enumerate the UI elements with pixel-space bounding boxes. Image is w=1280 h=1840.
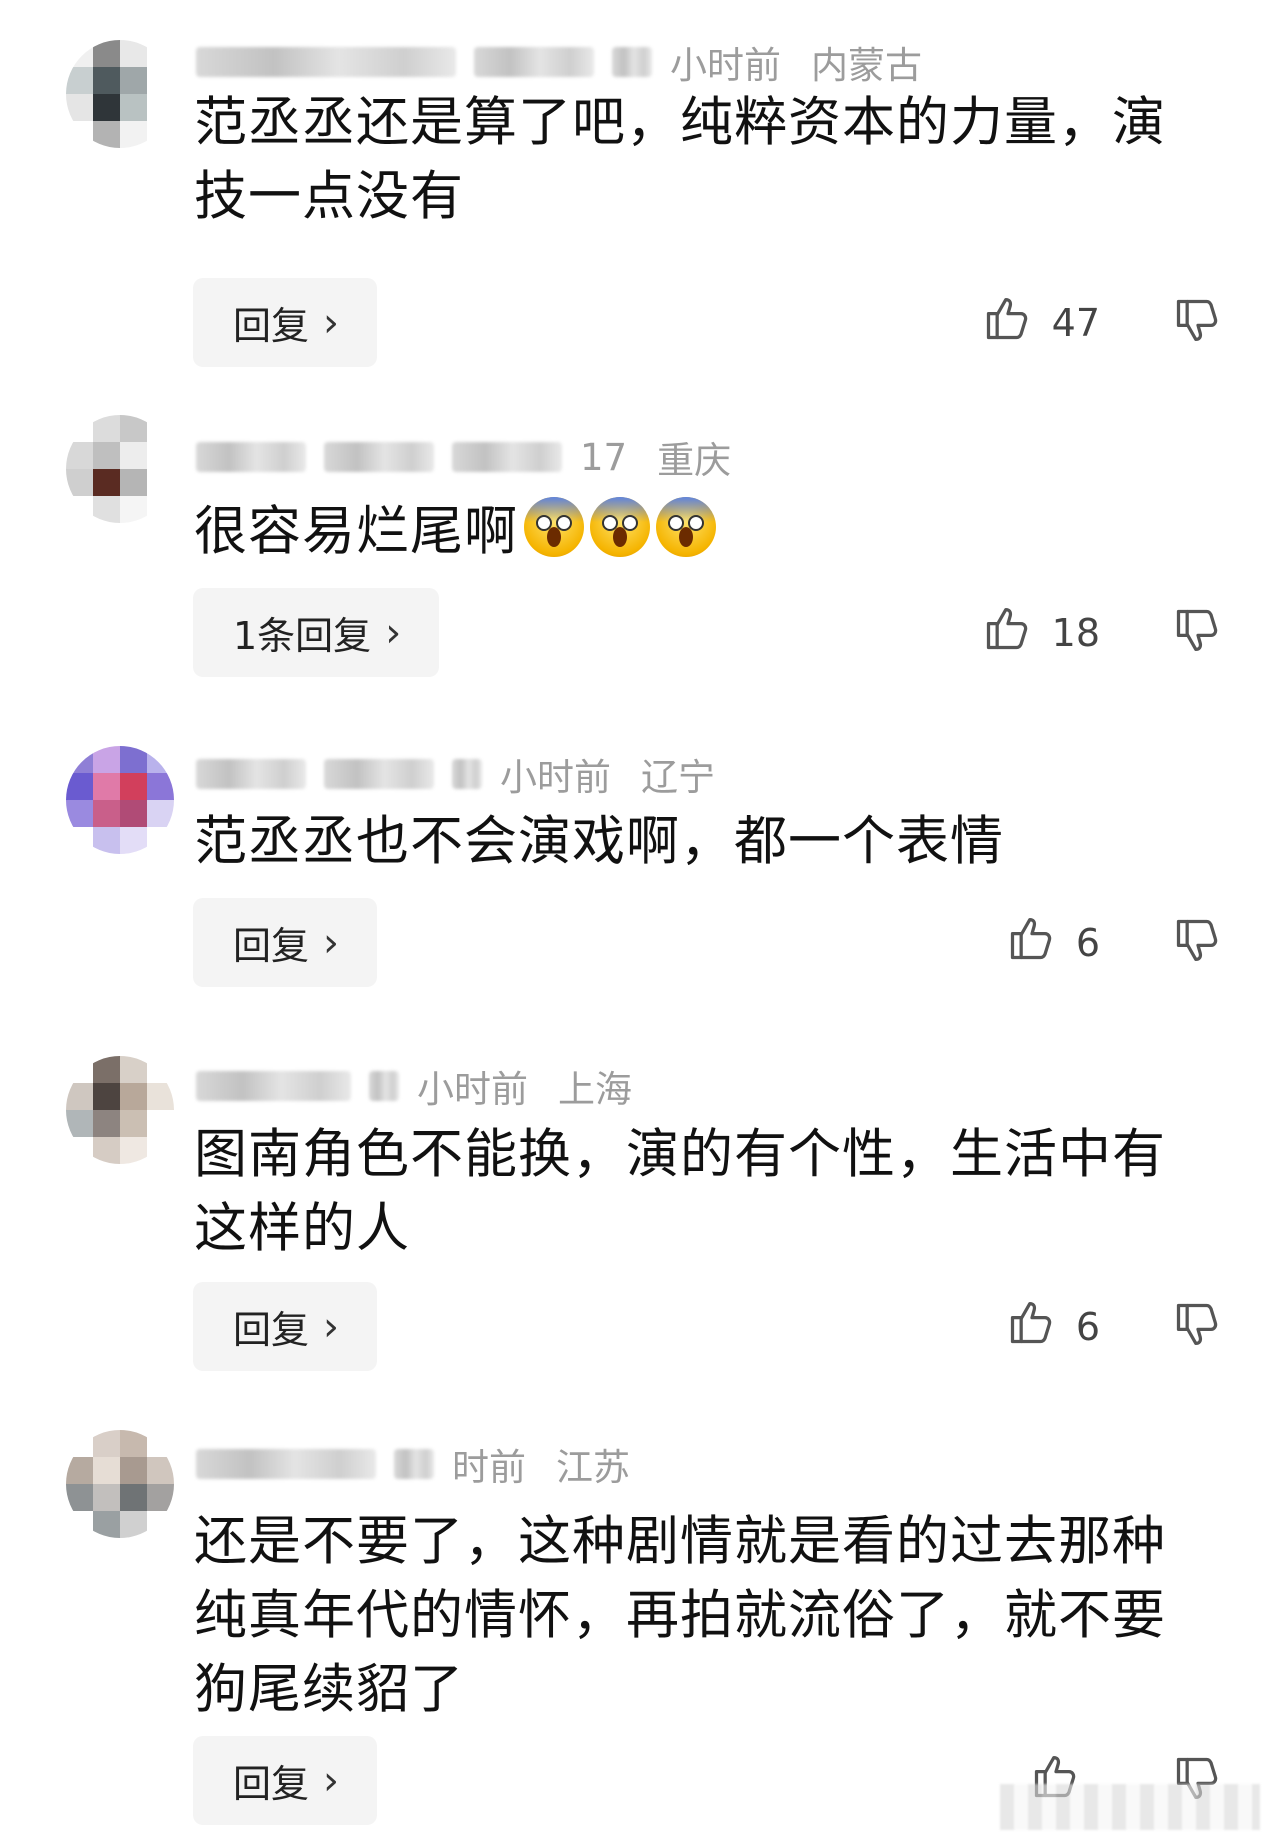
screaming-face-emoji-icon: [524, 497, 584, 557]
username-redacted[interactable]: [474, 47, 594, 77]
username-redacted[interactable]: [369, 1071, 399, 1101]
comment-text-block: 还是不要了，这种剧情就是看的过去那种纯真年代的情怀，再拍就流俗了，就不要狗尾续貂…: [194, 1505, 1194, 1727]
thumbs-up-icon: [1006, 1296, 1076, 1357]
username-redacted[interactable]: [452, 759, 482, 789]
like-count: 18: [1051, 610, 1100, 655]
chevron-right-icon: ›: [323, 1757, 340, 1804]
username-redacted[interactable]: [196, 1071, 351, 1101]
chevron-right-icon: ›: [323, 1303, 340, 1350]
username-redacted[interactable]: [612, 47, 652, 77]
username-redacted[interactable]: [324, 759, 434, 789]
like-count: 47: [1051, 300, 1100, 345]
comment-meta: 时前 江苏: [196, 1440, 630, 1489]
comment-text: 图南角色不能换，演的有个性，生活中有这样的人: [194, 1124, 1166, 1259]
comment-text: 范丞丞还是算了吧，纯粹资本的力量，演技一点没有: [194, 92, 1166, 227]
comment-text: 很容易烂尾啊: [194, 501, 518, 562]
username-redacted[interactable]: [324, 442, 434, 472]
avatar[interactable]: [66, 415, 174, 523]
like-count: 6: [1075, 1304, 1100, 1349]
reply-button[interactable]: 回复 ›: [193, 898, 378, 987]
comment-time: 小时前: [670, 44, 781, 87]
comment-location: 内蒙古: [811, 44, 922, 87]
reply-button-label: 1条回复: [233, 614, 372, 658]
like-button[interactable]: 18: [982, 588, 1100, 677]
chevron-right-icon: ›: [385, 609, 402, 656]
thumbs-up-icon: [982, 292, 1052, 353]
username-redacted[interactable]: [394, 1449, 434, 1479]
like-button[interactable]: 6: [1006, 1282, 1100, 1371]
comment-time: 小时前: [417, 1068, 528, 1111]
username-redacted[interactable]: [196, 47, 456, 77]
username-redacted[interactable]: [452, 442, 562, 472]
chevron-right-icon: ›: [323, 299, 340, 346]
thumbs-down-icon: [1172, 605, 1224, 661]
comment-text: 还是不要了，这种剧情就是看的过去那种纯真年代的情怀，再拍就流俗了，就不要狗尾续貂…: [194, 1511, 1166, 1720]
dislike-button[interactable]: [1172, 1282, 1224, 1371]
thumbs-up-icon: [982, 602, 1052, 663]
comment-time: 小时前: [500, 756, 611, 799]
comment-text-block: 很容易烂尾啊: [194, 495, 1194, 569]
reply-button[interactable]: 回复 ›: [193, 1736, 378, 1825]
reply-button-label: 回复: [233, 1308, 310, 1352]
thumbs-down-icon: [1172, 1299, 1224, 1355]
username-redacted[interactable]: [196, 759, 306, 789]
reply-button[interactable]: 回复 ›: [193, 278, 378, 367]
reply-button-label: 回复: [233, 304, 310, 348]
avatar[interactable]: [66, 1056, 174, 1164]
avatar[interactable]: [66, 40, 174, 148]
comment-location: 上海: [558, 1068, 632, 1111]
dislike-button[interactable]: [1172, 898, 1224, 987]
thumbs-down-icon: [1172, 295, 1224, 351]
comment-meta: 小时前 内蒙古: [196, 38, 922, 87]
reply-button[interactable]: 1条回复 ›: [193, 588, 440, 677]
dislike-button[interactable]: [1172, 278, 1224, 367]
dislike-button[interactable]: [1172, 588, 1224, 677]
comment-text-block: 范丞丞还是算了吧，纯粹资本的力量，演技一点没有: [194, 86, 1194, 234]
avatar[interactable]: [66, 1430, 174, 1538]
reply-button-label: 回复: [233, 1762, 310, 1806]
comment-time: 时前: [452, 1446, 526, 1489]
comment-text: 范丞丞也不会演戏啊，都一个表情: [194, 811, 1004, 872]
like-button[interactable]: 47: [982, 278, 1100, 367]
screaming-face-emoji-icon: [590, 497, 650, 557]
comment-text-block: 图南角色不能换，演的有个性，生活中有这样的人: [194, 1118, 1194, 1266]
watermark-blur: [1000, 1784, 1260, 1830]
comment-meta: 小时前 辽宁: [196, 750, 715, 799]
thumbs-down-icon: [1172, 915, 1224, 971]
thumbs-up-icon: [1006, 912, 1076, 973]
comment-location: 辽宁: [641, 756, 715, 799]
reply-button[interactable]: 回复 ›: [193, 1282, 378, 1371]
comment-time: 17: [580, 435, 628, 479]
comment-feed: 小时前 内蒙古 范丞丞还是算了吧，纯粹资本的力量，演技一点没有 回复 › 47 17 重庆 很容…: [0, 0, 1280, 1840]
like-count: 6: [1075, 920, 1100, 965]
comment-meta: 17 重庆: [196, 433, 732, 482]
comment-meta: 小时前 上海: [196, 1062, 632, 1111]
like-button[interactable]: 6: [1006, 898, 1100, 987]
chevron-right-icon: ›: [323, 919, 340, 966]
screaming-face-emoji-icon: [656, 497, 716, 557]
avatar[interactable]: [66, 746, 174, 854]
reply-button-label: 回复: [233, 924, 310, 968]
username-redacted[interactable]: [196, 442, 306, 472]
comment-location: 江苏: [556, 1446, 630, 1489]
comment-text-block: 范丞丞也不会演戏啊，都一个表情: [194, 805, 1194, 879]
username-redacted[interactable]: [196, 1449, 376, 1479]
comment-location: 重庆: [657, 439, 732, 482]
